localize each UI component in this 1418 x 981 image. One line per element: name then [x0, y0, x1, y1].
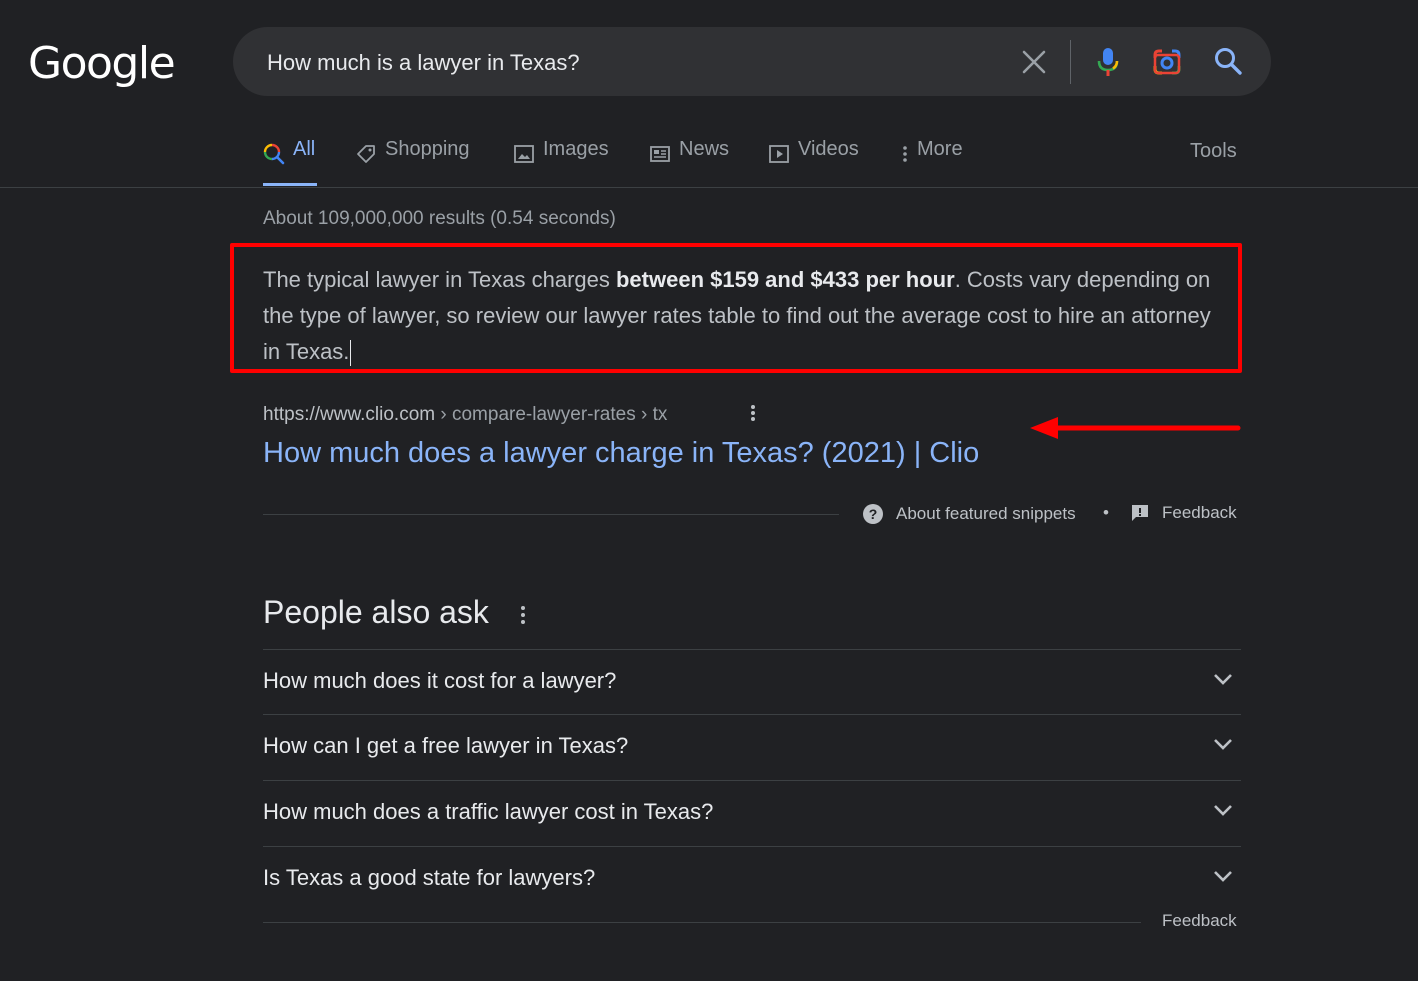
chevron-down-icon: [1214, 674, 1232, 685]
result-stats: About 109,000,000 results (0.54 seconds): [263, 208, 616, 229]
newspaper-icon: [650, 146, 670, 162]
paa-divider: [263, 922, 1141, 923]
tab-more-label: More: [917, 138, 963, 160]
tools-button[interactable]: Tools: [1190, 140, 1237, 163]
feedback-button[interactable]: Feedback: [1130, 503, 1237, 523]
snippet-text-before: The typical lawyer in Texas charges: [263, 267, 616, 292]
tab-shopping-label: Shopping: [385, 138, 470, 160]
paa-question-text: How can I get a free lawyer in Texas?: [263, 733, 629, 758]
tab-more[interactable]: More: [901, 138, 963, 186]
header-divider: [0, 187, 1418, 188]
search-input[interactable]: [265, 27, 989, 98]
annotation-arrow-icon: [1028, 414, 1242, 447]
people-also-ask-title: People also ask: [263, 594, 489, 630]
paa-question[interactable]: Is Texas a good state for lawyers?: [263, 846, 1241, 912]
tab-all-label: All: [293, 138, 316, 160]
svg-text:?: ?: [869, 506, 878, 522]
chevron-down-icon: [1214, 805, 1232, 816]
about-featured-snippets[interactable]: ? About featured snippets: [862, 503, 1076, 525]
tab-news[interactable]: News: [649, 138, 729, 186]
microphone-icon[interactable]: [1095, 46, 1121, 83]
search-divider: [1070, 40, 1071, 84]
paa-question-text: How much does a traffic lawyer cost in T…: [263, 799, 714, 824]
tab-videos-label: Videos: [798, 138, 859, 160]
paa-options-icon[interactable]: [516, 604, 530, 633]
url-breadcrumbs: › compare-lawyer-rates › tx: [435, 404, 668, 425]
result-options-icon[interactable]: [746, 403, 760, 430]
result-title-link[interactable]: How much does a lawyer charge in Texas? …: [263, 437, 979, 470]
search-box[interactable]: [233, 27, 1271, 98]
image-icon: [514, 145, 534, 163]
search-icon[interactable]: [1213, 46, 1243, 81]
tag-icon: [357, 145, 375, 163]
about-snippets-label: About featured snippets: [896, 504, 1076, 523]
google-logo[interactable]: Google: [28, 38, 176, 89]
help-icon: ?: [863, 504, 883, 524]
video-icon: [769, 145, 789, 163]
snippet-divider: [263, 514, 839, 515]
source-url[interactable]: https://www.clio.com › compare-lawyer-ra…: [263, 404, 667, 426]
chevron-down-icon: [1214, 739, 1232, 750]
separator-dot: •: [1103, 503, 1109, 522]
search-tabs: All Shopping Images News Videos More: [263, 138, 1263, 188]
text-cursor: [350, 340, 352, 367]
people-also-ask-list: How much does it cost for a lawyer? How …: [263, 649, 1241, 912]
featured-snippet-text: The typical lawyer in Texas charges betw…: [263, 262, 1223, 370]
paa-question-text: Is Texas a good state for lawyers?: [263, 865, 596, 890]
chevron-down-icon: [1214, 871, 1232, 882]
tab-news-label: News: [679, 138, 730, 160]
tab-shopping[interactable]: Shopping: [355, 138, 470, 186]
paa-question-text: How much does it cost for a lawyer?: [263, 668, 617, 693]
feedback-label: Feedback: [1162, 503, 1237, 522]
tab-images[interactable]: Images: [513, 138, 609, 186]
paa-feedback-button[interactable]: Feedback: [1162, 911, 1237, 931]
tab-all[interactable]: All: [263, 138, 317, 186]
tab-videos[interactable]: Videos: [768, 138, 859, 186]
search-icon: [263, 143, 285, 165]
tab-images-label: Images: [543, 138, 609, 160]
close-icon[interactable]: [1021, 49, 1047, 80]
paa-question[interactable]: How much does a traffic lawyer cost in T…: [263, 780, 1241, 846]
paa-question[interactable]: How much does it cost for a lawyer?: [263, 649, 1241, 714]
more-vertical-icon: [903, 146, 907, 162]
feedback-icon: [1132, 505, 1148, 521]
google-lens-icon[interactable]: [1151, 46, 1183, 83]
paa-question[interactable]: How can I get a free lawyer in Texas?: [263, 714, 1241, 780]
url-domain: https://www.clio.com: [263, 404, 436, 425]
snippet-text-bold: between $159 and $433 per hour: [615, 267, 955, 292]
